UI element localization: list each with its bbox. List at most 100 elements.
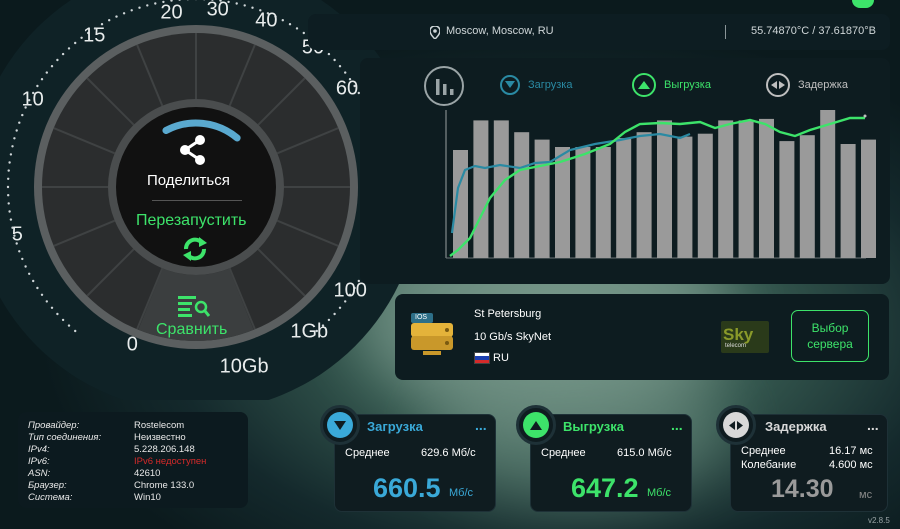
gauge-tick-dot [15,129,18,132]
gauge-tick-dot [302,31,305,35]
info-value: Chrome 133.0 [134,480,195,491]
graph-bar [840,144,856,258]
latency-dot [863,114,867,118]
download-arrow-icon [327,412,353,438]
gauge-tick-dot [50,65,54,68]
graph-bar [779,141,795,258]
latency-jitter-value: 4.600 мс [829,459,873,471]
server-city: St Petersburg [474,308,542,320]
graph-bar [697,133,713,258]
gauge-tick-dot [67,324,71,327]
latency-avg-label: Среднее [741,445,786,457]
graph-bar [738,120,754,259]
info-value: Rostelecom [134,420,185,431]
gauge-tick-dot [122,12,126,15]
gauge-tick-dot [36,84,39,88]
compare-button[interactable]: Сравнить [150,290,250,345]
info-row: Провайдер: Rostelecom [28,420,228,432]
graph-bar [595,147,611,258]
connection-info-panel: Провайдер: Rostelecom Тип соединения: Неизв… [18,412,248,508]
info-row: IPv4: 5.228.206.148 [28,444,228,456]
more-icon[interactable]: ... [671,417,683,433]
info-value: 5.228.206.148 [134,444,195,455]
choose-server-button[interactable]: Выбор сервера [791,310,869,362]
info-label: Браузер: [28,480,67,491]
gauge-tick-label: 1Gb [290,320,329,343]
gauge-tick-label: 10Gb [219,355,269,378]
gauge-tick-label: 10 [21,88,44,111]
latency-badge [716,405,756,445]
gauge-tick-dot [7,202,10,205]
graph-bar [820,110,836,258]
graph-bar [677,136,693,258]
gauge-tick-dot [115,15,118,18]
gauge-tick-dot [40,293,44,296]
location-bar: Moscow, Moscow, RU 55.74870°C / 37.61870… [308,14,890,50]
share-button[interactable]: Поделиться [140,128,250,198]
gauge-tick-dot [56,312,59,316]
upload-badge [516,405,556,445]
info-label: ASN: [28,468,51,479]
version-label: v2.8.5 [868,516,890,525]
info-label: IPv6: [28,456,50,467]
restart-button[interactable]: Перезапустить [130,208,265,268]
info-label: Провайдер: [28,420,80,431]
gauge-tick-dot [24,265,27,268]
gauge-tick-dot [251,6,254,9]
gauge-tick-dot [50,306,54,309]
info-value: IPv6 недоступен [134,456,207,467]
info-row: Система: Win10 [28,492,228,504]
location-coords: 55.74870°C / 37.61870°B [751,25,877,37]
more-icon[interactable]: ... [475,417,487,433]
download-unit: Мб/с [449,487,474,499]
gauge-tick-dot [8,210,11,213]
upload-avg-label: Среднее [541,447,586,459]
upload-title: Выгрузка [563,419,624,434]
gauge-tick-dot [333,58,336,62]
server-country: RU [493,352,509,364]
gauge-tick-label: 15 [83,24,106,47]
gauge-tick-dot [7,177,10,180]
compare-label: Сравнить [156,321,228,338]
download-value: 660.5 [373,473,441,503]
divider [152,200,242,201]
graph-bar [636,132,652,258]
graph-bar [616,138,632,258]
graph-bar [861,139,876,258]
speed-graph [445,110,876,259]
restart-label: Перезапустить [136,212,247,229]
gauge-tick-dot [45,71,48,74]
gauge-tick-dot [7,169,10,172]
share-icon [180,135,205,165]
gauge-tick-dot [61,318,65,322]
info-label: Система: [28,492,73,503]
graph-bar [718,120,734,259]
info-label: IPv4: [28,444,50,455]
info-row: Браузер: Chrome 133.0 [28,480,228,492]
gauge-tick-dot [74,41,77,45]
graph-bar [514,132,530,258]
gauge-tick-dot [36,286,39,290]
info-value: Неизвестно [134,432,186,443]
compare-list-icon [178,296,210,317]
info-row: IPv6: IPv6 недоступен [28,456,228,468]
latency-jitter-label: Колебание [741,459,797,471]
gauge-tick-dot [6,185,10,189]
more-icon[interactable]: ... [867,417,879,433]
gauge-tick-dot [338,65,342,68]
info-row: ASN: 42610 [28,468,228,480]
gauge-tick-dot [11,145,14,148]
gauge-tick-dot [28,272,31,275]
gauge-tick-dot [138,6,141,9]
gauge-tick-label: 40 [255,9,278,32]
location-city: Moscow, Moscow, RU [446,25,554,37]
gauge-tick-dot [40,78,44,81]
latency-arrows-icon [723,412,749,438]
upload-unit: Мб/с [647,487,672,499]
gauge-tick-dot [333,312,336,316]
graph-bar [473,120,489,259]
graph-bar [657,120,672,259]
gauge-tick-dot [61,52,65,56]
download-avg-value: 629.6 Мб/с [421,447,476,459]
russia-flag-icon [474,352,490,364]
